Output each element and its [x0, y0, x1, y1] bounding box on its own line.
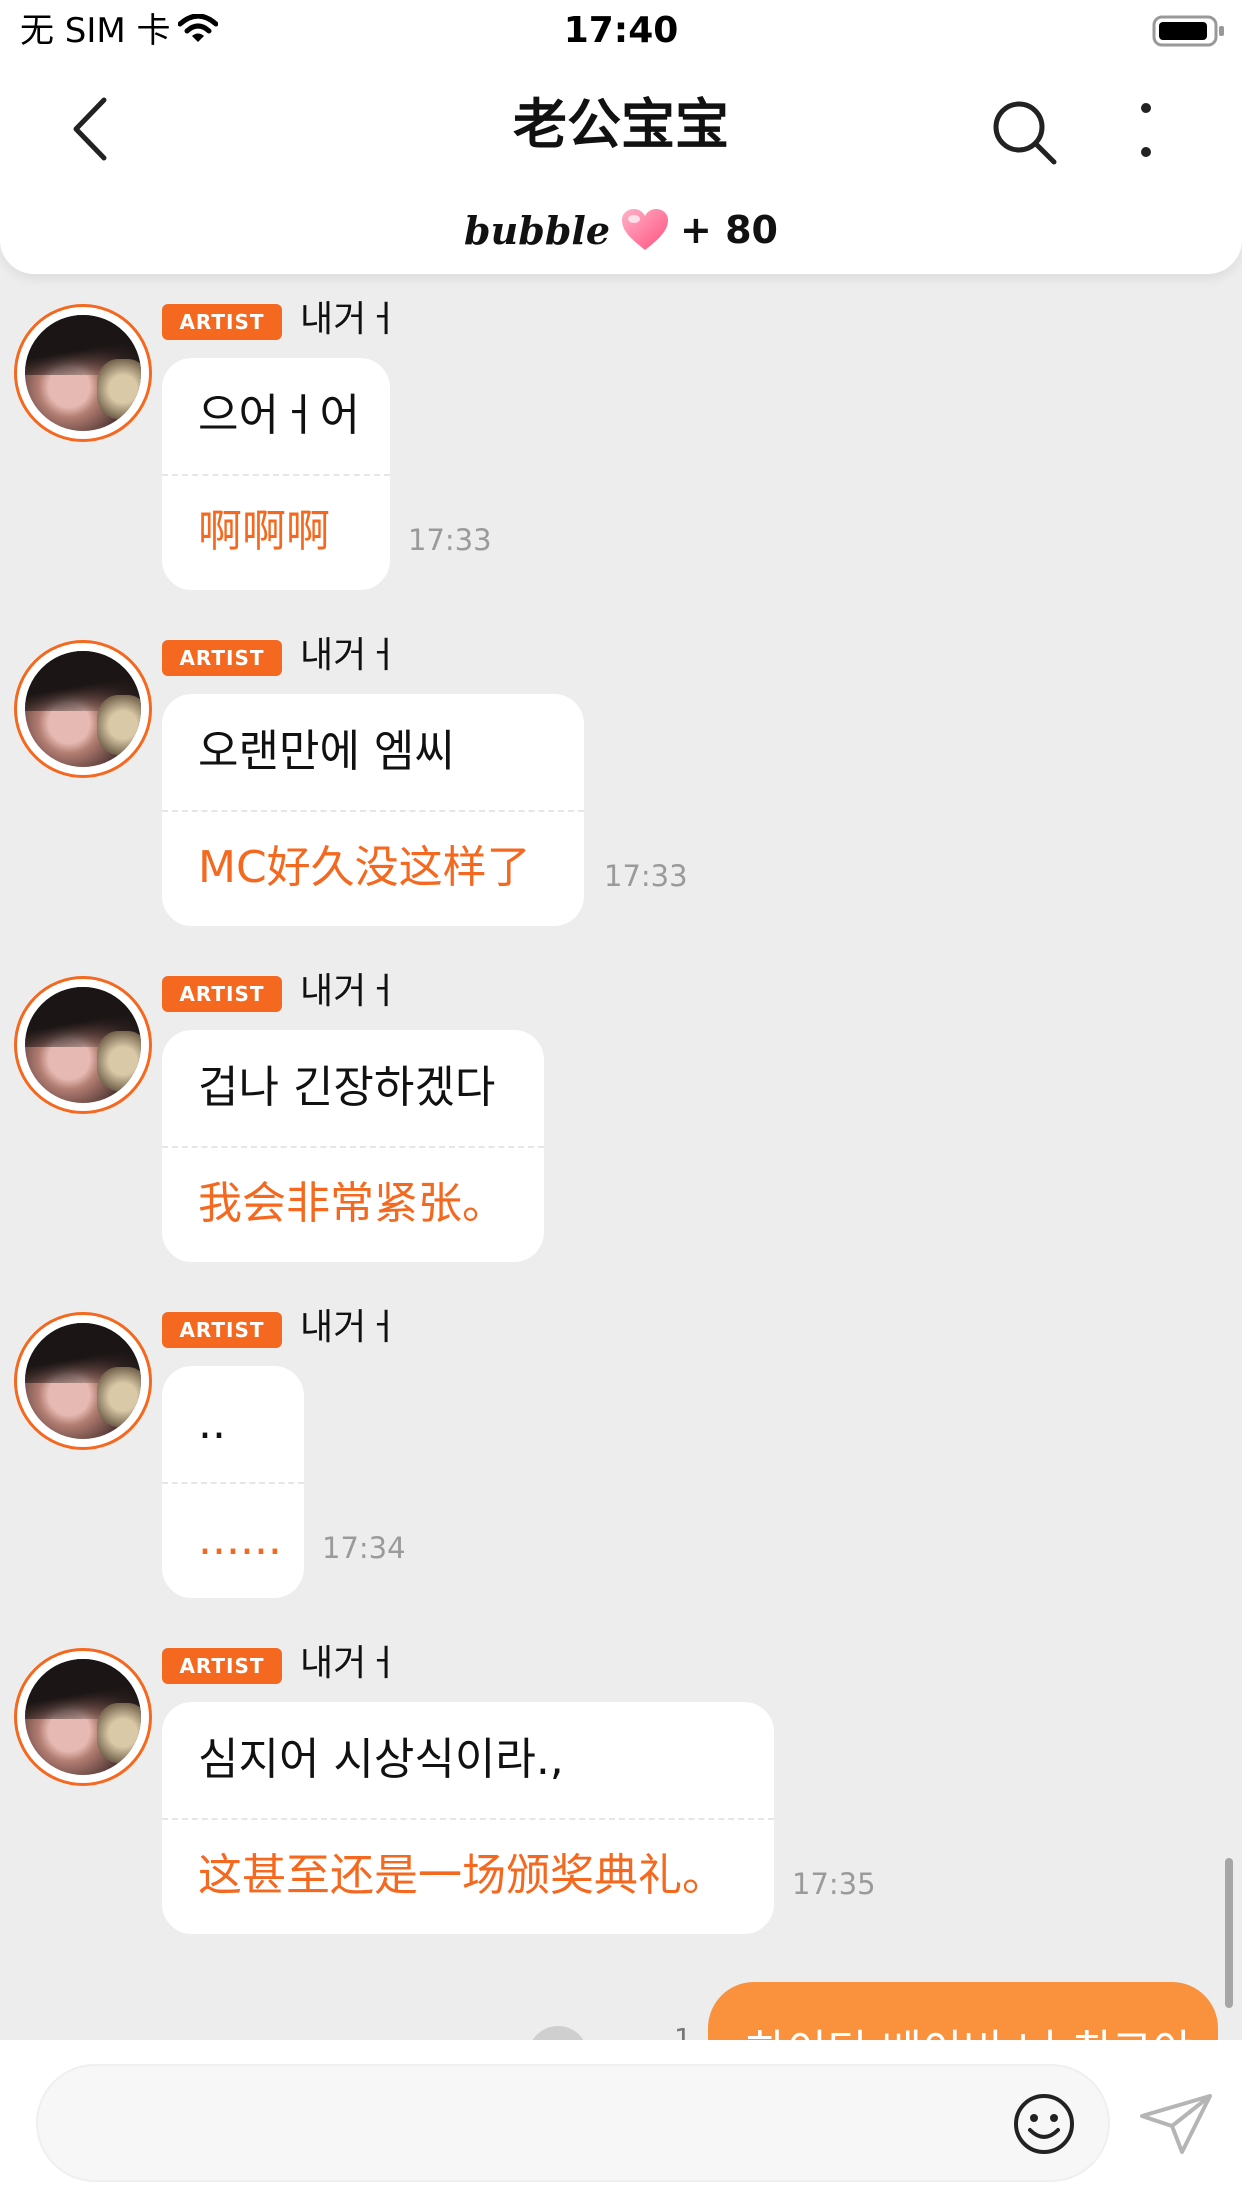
artist-badge: ARTIST — [162, 1648, 282, 1684]
translation-divider — [162, 1146, 544, 1148]
translation-divider — [162, 1818, 774, 1820]
message-original-text: 심지어 시상식이라., — [198, 1734, 564, 1785]
message-original-text: .. — [198, 1398, 226, 1449]
battery-icon — [1152, 15, 1224, 47]
chat-scrollbar[interactable] — [1225, 1858, 1233, 2008]
sender-name: 내거ㅓ — [300, 1307, 400, 1348]
sender-name: 내거ㅓ — [300, 1643, 400, 1684]
translation-divider — [162, 1482, 304, 1484]
artist-badge: ARTIST — [162, 304, 282, 340]
message-translation-text: 啊啊啊 — [198, 506, 330, 557]
status-bar: 无 SIM 卡 17:40 — [0, 0, 1242, 62]
sender-name: 내거ㅓ — [300, 635, 400, 676]
message-translation-text: MC好久没这样了 — [198, 842, 531, 893]
artist-badge: ARTIST — [162, 1312, 282, 1348]
message-bubble[interactable]: 으어ㅓ어 啊啊啊 — [162, 358, 390, 590]
sender-name: 내거ㅓ — [300, 299, 400, 340]
message-translation-text: 我会非常紧张。 — [198, 1178, 506, 1229]
message-input[interactable] — [36, 2064, 1110, 2182]
bubble-count: + 80 — [680, 208, 778, 252]
message-time: 17:33 — [408, 523, 492, 557]
message-time: 17:35 — [792, 1867, 876, 1901]
message-original-text: 오랜만에 엠씨 — [198, 726, 455, 777]
message-translation-text: 这甚至还是一场颁奖典礼。 — [198, 1850, 726, 1901]
input-bar — [0, 2040, 1242, 2208]
translation-divider — [162, 810, 584, 812]
message-time: 17:33 — [604, 859, 688, 893]
heart-icon — [622, 209, 668, 250]
message-translation-text: ...... — [198, 1514, 282, 1565]
message-bubble[interactable]: 겁나 긴장하겠다 我会非常紧张。 — [162, 1030, 544, 1262]
sender-name: 내거ㅓ — [300, 971, 400, 1012]
search-icon[interactable] — [990, 98, 1060, 168]
artist-badge: ARTIST — [162, 976, 282, 1012]
bubble-logo: bubble — [464, 207, 610, 253]
message-bubble[interactable]: 심지어 시상식이라., 这甚至还是一场颁奖典礼。 — [162, 1702, 774, 1934]
avatar[interactable] — [14, 1648, 152, 1786]
bubble-bar[interactable]: bubble + 80 — [0, 202, 1242, 258]
artist-badge: ARTIST — [162, 640, 282, 676]
message-bubble[interactable]: .. ...... — [162, 1366, 304, 1598]
avatar[interactable] — [14, 640, 152, 778]
avatar[interactable] — [14, 976, 152, 1114]
message-original-text: 겁나 긴장하겠다 — [198, 1062, 496, 1113]
avatar[interactable] — [14, 304, 152, 442]
message-bubble[interactable]: 오랜만에 엠씨 MC好久没这样了 — [162, 694, 584, 926]
send-icon[interactable] — [1138, 2092, 1214, 2156]
avatar[interactable] — [14, 1312, 152, 1450]
emoji-icon[interactable] — [1012, 2092, 1076, 2156]
status-time: 17:40 — [563, 10, 679, 51]
chat-header: 老公宝宝 bubble + 80 — [0, 62, 1242, 274]
message-time: 17:34 — [322, 1531, 406, 1565]
more-icon[interactable] — [1136, 100, 1156, 160]
translation-divider — [162, 474, 390, 476]
message-original-text: 으어ㅓ어 — [198, 390, 360, 441]
